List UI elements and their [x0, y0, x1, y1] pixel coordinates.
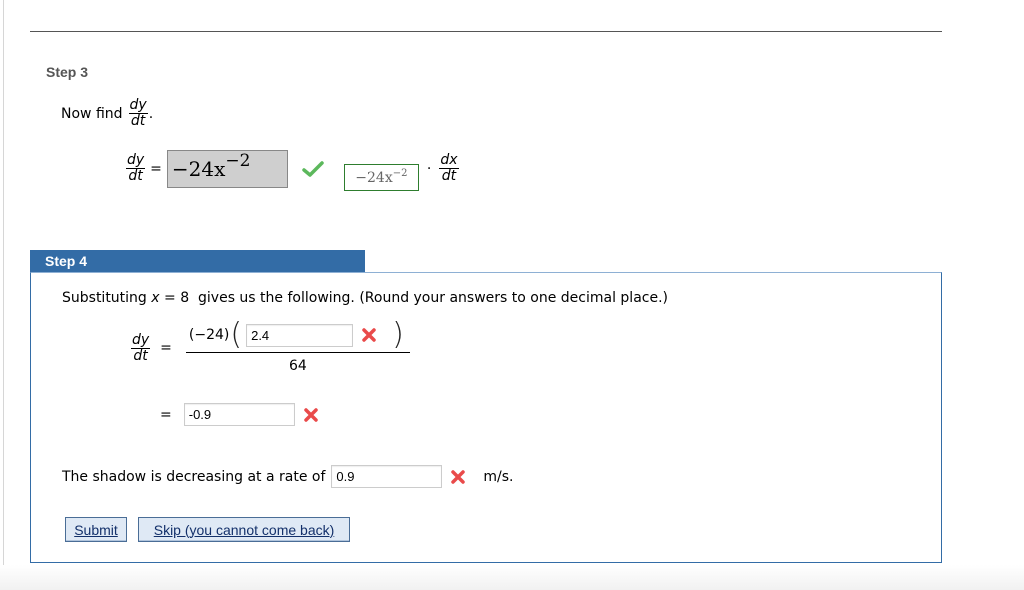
step3-answer-field[interactable]: −24x −2 [166, 149, 288, 188]
step4-result-row: = [160, 403, 318, 426]
frac-numerator: dy [128, 97, 148, 114]
checkmark-icon [302, 160, 324, 177]
incorrect-x-icon [303, 407, 318, 422]
frac-denominator: dt [133, 347, 148, 364]
prompt-text: Now find [61, 105, 123, 122]
dydt-fraction: dy dt [131, 331, 151, 364]
intro-variable: x [151, 290, 160, 306]
frac-denominator: dt [130, 113, 146, 129]
frac-numerator: dy [126, 152, 146, 169]
submit-button[interactable]: Submit [65, 517, 127, 542]
step3-title: Step 3 [46, 64, 89, 80]
intro-text: Substituting [62, 290, 152, 306]
equals-sign: = [160, 406, 172, 423]
fraction-denominator: 64 [288, 358, 307, 374]
rate-input[interactable] [331, 465, 443, 488]
frac-numerator: dy [131, 331, 151, 349]
frac-numerator: dx [439, 152, 459, 169]
fraction-numerator: (−24) ( ) [185, 317, 410, 353]
incorrect-x-icon [451, 469, 466, 484]
answer-base: −24x [171, 156, 226, 181]
page-bottom [0, 565, 1024, 590]
dxdt-fraction: dx dt [439, 152, 459, 184]
frac-denominator: dt [441, 168, 457, 184]
units-label: m/s. [483, 468, 514, 485]
preview-base: −24x [355, 169, 393, 186]
step3-equation: dy dt = −24x −2 −24x −2 · dx dt [126, 146, 459, 191]
divider [30, 31, 942, 32]
open-paren: ( [230, 317, 243, 352]
preview-exponent: −2 [392, 168, 408, 179]
window-left-edge [3, 0, 4, 590]
intro-rest: = 8 gives us the following. (Round your … [159, 290, 668, 306]
step4-intro: Substituting x = 8 gives us the followin… [62, 290, 668, 306]
result-input[interactable] [183, 403, 295, 426]
period: . [148, 105, 154, 122]
skip-button[interactable]: Skip (you cannot come back) [138, 517, 350, 542]
multiply-dot: · [426, 160, 432, 177]
frac-denominator: dt [128, 168, 143, 184]
equals-sign: = [150, 160, 162, 177]
step4-title: Step 4 [30, 250, 365, 272]
dydt-fraction: dy dt [128, 97, 148, 129]
rate-row: The shadow is decreasing at a rate of m/… [62, 465, 514, 488]
numerator-input[interactable] [246, 323, 354, 347]
dydt-fraction: dy dt [126, 152, 146, 184]
incorrect-x-icon [362, 328, 376, 342]
big-fraction: (−24) ( ) 64 [185, 317, 410, 374]
equals-sign: = [160, 340, 172, 356]
answer-exponent: −2 [225, 150, 251, 171]
close-paren: ) [392, 317, 404, 352]
rate-text: The shadow is decreasing at a rate of [62, 468, 326, 485]
step4-equation: dy dt = (−24) ( ) 64 [131, 317, 410, 374]
answer-preview: −24x −2 [343, 164, 419, 191]
step3-prompt: Now find dy dt . [61, 98, 153, 129]
coefficient: (−24) [188, 327, 230, 343]
